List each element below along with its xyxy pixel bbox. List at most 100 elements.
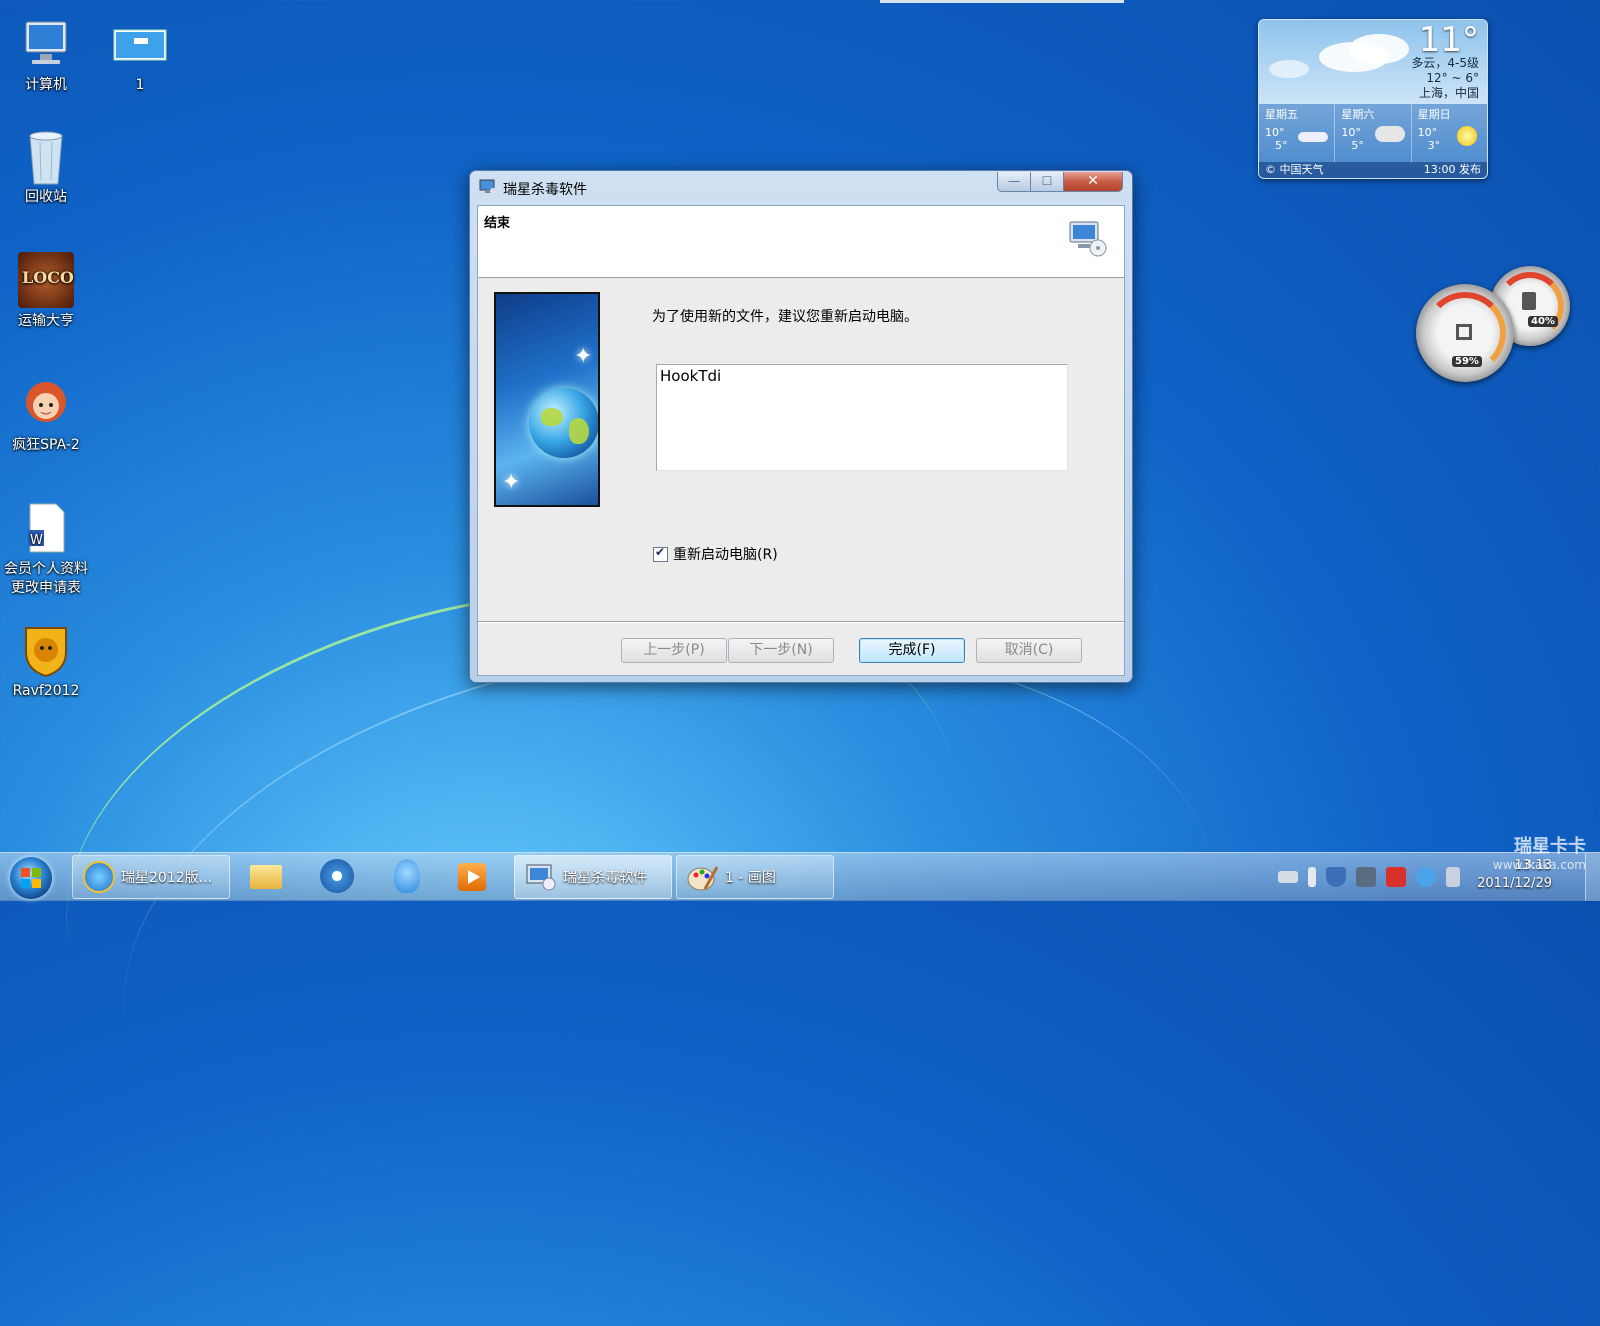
computer-icon bbox=[18, 16, 74, 72]
windows-logo-icon bbox=[21, 868, 41, 888]
media-center-icon[interactable] bbox=[316, 859, 356, 895]
weather-source: © 中国天气 bbox=[1265, 163, 1324, 176]
ie-icon bbox=[83, 861, 115, 893]
weather-details: 多云，4-5级 12° ~ 6° 上海，中国 bbox=[1411, 56, 1479, 101]
tray-expand-icon[interactable] bbox=[1308, 867, 1316, 887]
word-document-icon: W bbox=[18, 500, 74, 556]
desktop-icon-label-line1: 会员个人资料 bbox=[4, 561, 88, 577]
recycle-bin-icon bbox=[18, 128, 74, 185]
dialog-client-area: 结束 ✦ ✦ 为了使用新的文件，建议您重新启动电脑。 HookTdi ✔ 重新启… bbox=[477, 205, 1125, 676]
app-monitor-icon bbox=[479, 179, 497, 195]
taskbar-item-label: 瑞星杀毒软件 bbox=[563, 870, 647, 886]
desktop-icon-label: 计算机 bbox=[25, 77, 67, 93]
wizard-header: 结束 bbox=[478, 206, 1124, 278]
desktop-icon-computer[interactable]: 计算机 bbox=[0, 16, 92, 95]
desktop-icon-spa[interactable]: 疯狂SPA-2 bbox=[0, 376, 92, 455]
updated-files-list[interactable]: HookTdi bbox=[656, 364, 1068, 471]
forecast-day: 星期日 10° 3° bbox=[1412, 104, 1487, 162]
cpu-meter[interactable]: 59% bbox=[1416, 284, 1514, 382]
window-edge-fragment bbox=[880, 0, 1124, 3]
cloud-icon bbox=[1374, 126, 1405, 142]
keyboard-icon[interactable] bbox=[1278, 871, 1298, 883]
restart-checkbox[interactable]: ✔ 重新启动电脑(R) bbox=[653, 544, 778, 564]
desktop-icon-label: 疯狂SPA-2 bbox=[12, 437, 80, 453]
current-temperature: 11° bbox=[1418, 20, 1479, 60]
computer-cd-icon bbox=[1068, 220, 1108, 258]
desktop-icon-ravf[interactable]: Ravf2012 bbox=[0, 622, 92, 701]
rising-antivirus-dialog: 瑞星杀毒软件 — ☐ ✕ 结束 ✦ ✦ 为了使用新的文件，建议您重新启动电脑。 … bbox=[469, 170, 1133, 683]
sun-icon bbox=[1456, 126, 1477, 146]
weather-footer: © 中国天气 13:00 发布 bbox=[1259, 162, 1487, 178]
desktop-icon-label: 运输大亨 bbox=[18, 313, 74, 329]
rising-tray-icon[interactable] bbox=[1386, 867, 1406, 887]
taskbar-item-ie[interactable]: 瑞星2012版... bbox=[72, 855, 230, 899]
desktop-icon-label: Ravf2012 bbox=[12, 683, 80, 699]
next-button[interactable]: 下一步(N) bbox=[728, 638, 834, 663]
cpu-icon bbox=[1456, 324, 1472, 340]
system-tray bbox=[1278, 867, 1460, 887]
checkbox-box[interactable]: ✔ bbox=[653, 544, 668, 562]
checkmark-icon: ✔ bbox=[655, 544, 666, 559]
dialog-title: 瑞星杀毒软件 bbox=[503, 182, 587, 198]
desktop-icon-loco[interactable]: LOCO 运输大亨 bbox=[0, 252, 92, 331]
forecast-days: 星期五 10° 5° 星期六 10° 5° 星期日 10° 3° bbox=[1259, 104, 1487, 162]
file-list-item: HookTdi bbox=[660, 367, 722, 385]
wizard-step-title: 结束 bbox=[484, 216, 511, 231]
watermark-url: www.ikaka.com bbox=[1492, 858, 1586, 872]
memory-icon bbox=[1522, 292, 1536, 310]
desktop-icon-label: 1 bbox=[135, 77, 145, 93]
finish-button[interactable]: 完成(F) bbox=[859, 638, 965, 663]
taskbar-item-label: 1 - 画图 bbox=[725, 870, 776, 886]
weather-location: 上海，中国 bbox=[1418, 86, 1479, 100]
forecast-day: 星期六 10° 5° bbox=[1335, 104, 1412, 162]
start-button[interactable] bbox=[10, 857, 52, 899]
spa-game-icon bbox=[18, 376, 74, 432]
weather-range: 12° ~ 6° bbox=[1426, 71, 1479, 85]
screenshot-file-icon bbox=[112, 16, 168, 72]
desktop-icon-label-line2: 更改申请表 bbox=[11, 580, 81, 596]
cpu-percent: 59% bbox=[1452, 356, 1482, 367]
wizard-side-image: ✦ ✦ bbox=[494, 292, 600, 507]
taskbar-item-rising[interactable]: 瑞星杀毒软件 bbox=[514, 855, 672, 899]
weather-published: 13:00 发布 bbox=[1423, 163, 1481, 176]
memory-percent: 40% bbox=[1528, 316, 1558, 327]
loco-game-icon: LOCO bbox=[18, 252, 74, 308]
site-watermark: 瑞星卡卡 www.ikaka.com bbox=[1493, 838, 1586, 874]
security-shield-icon[interactable] bbox=[1326, 867, 1346, 887]
rising-lion-icon bbox=[18, 622, 74, 678]
weather-condition: 多云，4-5级 bbox=[1411, 56, 1479, 70]
wind-cloud-icon bbox=[1298, 132, 1329, 142]
clock-date: 2011/12/29 bbox=[1477, 876, 1552, 891]
close-button[interactable]: ✕ bbox=[1063, 172, 1123, 192]
forecast-day-name: 星期六 bbox=[1341, 108, 1375, 121]
taskbar-item-label: 瑞星2012版... bbox=[121, 870, 212, 886]
forecast-day-name: 星期日 bbox=[1417, 108, 1451, 121]
desktop-icon-screenshot[interactable]: 1 bbox=[94, 16, 186, 95]
forecast-day-name: 星期五 bbox=[1265, 108, 1298, 121]
taskbar-item-paint[interactable]: 1 - 画图 bbox=[676, 855, 834, 899]
explorer-folder-icon[interactable] bbox=[246, 859, 286, 895]
globe-graphic bbox=[529, 388, 598, 458]
desktop-icon-document[interactable]: W 会员个人资料 更改申请表 bbox=[0, 500, 92, 598]
dialog-titlebar[interactable]: 瑞星杀毒软件 — ☐ ✕ bbox=[470, 171, 1132, 203]
back-button[interactable]: 上一步(P) bbox=[621, 638, 727, 663]
volume-icon[interactable] bbox=[1446, 867, 1460, 887]
rising-setup-icon bbox=[525, 861, 557, 893]
taskbar: 瑞星2012版... 瑞星杀毒软件 1 - 画图 13:13 2011/12/2… bbox=[0, 852, 1600, 901]
minimize-button[interactable]: — bbox=[997, 172, 1031, 192]
forecast-day: 星期五 10° 5° bbox=[1259, 104, 1336, 162]
weather-gadget[interactable]: 11° 多云，4-5级 12° ~ 6° 上海，中国 星期五 10° 5° 星期… bbox=[1258, 19, 1488, 179]
paint-icon bbox=[687, 861, 719, 893]
show-desktop-button[interactable] bbox=[1585, 853, 1600, 901]
qq-tray-icon[interactable] bbox=[1416, 867, 1436, 887]
svg-text:W: W bbox=[30, 533, 43, 548]
cancel-button[interactable]: 取消(C) bbox=[976, 638, 1082, 663]
network-icon[interactable] bbox=[1356, 867, 1376, 887]
desktop-icon-recycle-bin[interactable]: 回收站 bbox=[0, 128, 92, 207]
qq-icon[interactable] bbox=[386, 859, 426, 895]
watermark-brand: 瑞星卡卡 bbox=[1514, 836, 1586, 857]
maximize-button[interactable]: ☐ bbox=[1030, 172, 1064, 192]
restart-checkbox-label: 重新启动电脑(R) bbox=[673, 547, 778, 563]
media-player-icon[interactable] bbox=[452, 859, 492, 895]
restart-message: 为了使用新的文件，建议您重新启动电脑。 bbox=[652, 309, 918, 325]
